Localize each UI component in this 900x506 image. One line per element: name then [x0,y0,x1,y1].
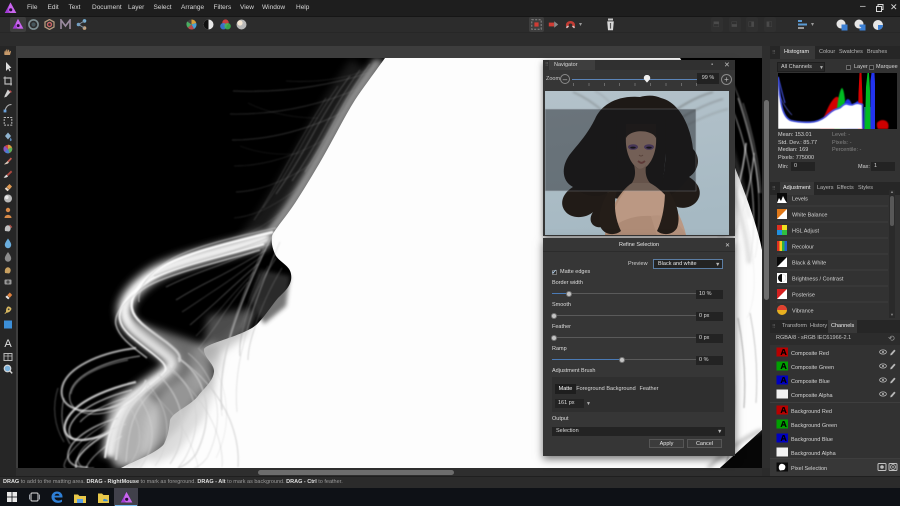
svg-text:Vibrance: Vibrance [792,309,814,315]
svg-text:Composite Blue: Composite Blue [791,379,830,385]
svg-text:Pixel Selection: Pixel Selection [791,466,827,472]
svg-text:Levels: Levels [792,197,808,203]
svg-text:Posterise: Posterise [792,293,815,299]
svg-text:Background Blue: Background Blue [791,437,833,443]
svg-text:HSL Adjust: HSL Adjust [792,229,819,235]
svg-text:White Balance: White Balance [792,213,827,219]
svg-text:A: A [4,338,12,350]
svg-text:Composite Red: Composite Red [791,351,829,357]
svg-text:Recolour: Recolour [792,245,814,251]
svg-text:Background Green: Background Green [791,423,837,429]
svg-text:Background Alpha: Background Alpha [791,451,837,457]
svg-text:Background Red: Background Red [791,409,832,415]
svg-text:Composite Green: Composite Green [791,365,834,371]
svg-text:Black & White: Black & White [792,261,826,267]
svg-text:Brightness / Contrast: Brightness / Contrast [792,277,844,283]
svg-text:Composite Alpha: Composite Alpha [791,393,834,399]
